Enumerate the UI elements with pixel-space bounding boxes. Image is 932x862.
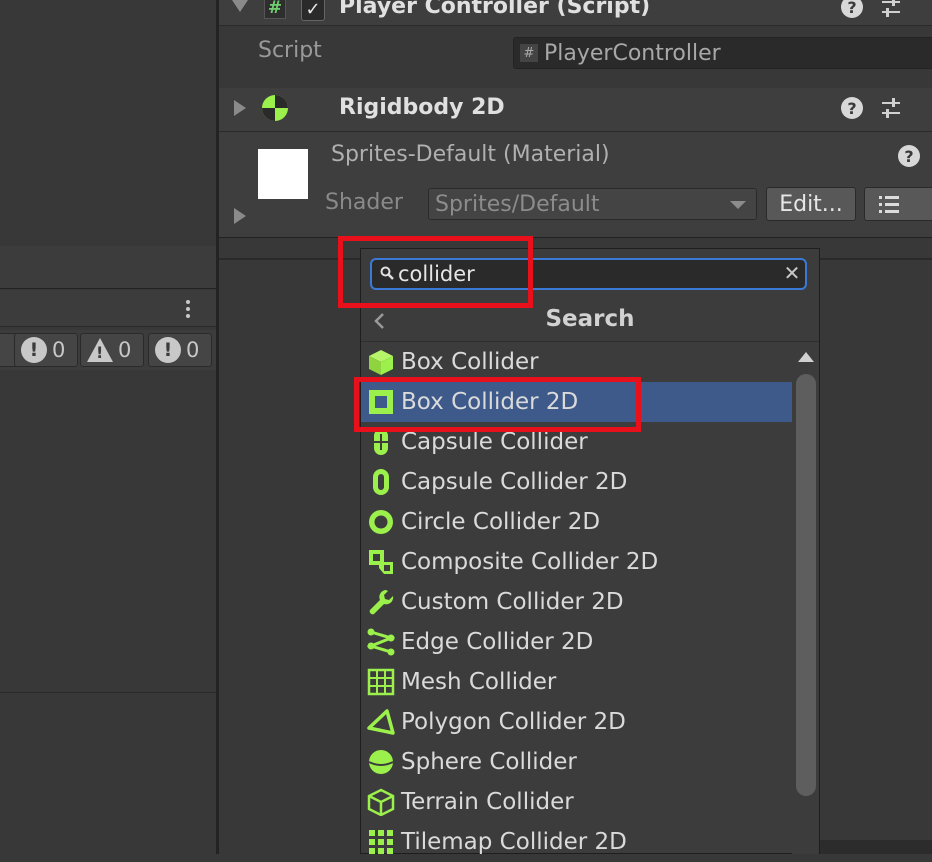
script-value: PlayerController	[544, 40, 721, 66]
shader-value: Sprites/Default	[435, 191, 600, 217]
component-title: Rigidbody 2D	[339, 95, 505, 120]
presets-icon[interactable]	[880, 0, 902, 18]
chevron-down-icon	[730, 201, 746, 209]
material-title: Sprites-Default (Material)	[331, 142, 610, 167]
hierarchy-area	[0, 0, 216, 246]
item-label: Circle Collider 2D	[401, 509, 601, 535]
script-label: Script	[258, 38, 322, 63]
list-item-custom-collider-2d[interactable]: Custom Collider 2D	[361, 582, 792, 622]
help-icon[interactable]: ?	[898, 145, 920, 167]
list-item-circle-collider-2d[interactable]: Circle Collider 2D	[361, 502, 792, 542]
info-count: 0	[52, 338, 66, 362]
list-icon	[879, 196, 899, 213]
highlight-box-collider-2d	[354, 377, 641, 432]
item-label: Box Collider	[401, 349, 539, 375]
enabled-checkbox[interactable]: ✓	[301, 0, 325, 21]
error-count: 0	[186, 338, 200, 362]
rigidbody-icon	[262, 95, 288, 121]
list-item-polygon-collider-2d[interactable]: Polygon Collider 2D	[361, 702, 792, 742]
presets-icon[interactable]	[880, 97, 902, 119]
list-item-edge-collider-2d[interactable]: Edge Collider 2D	[361, 622, 792, 662]
panel-strip	[0, 246, 216, 289]
script-file-icon: #	[520, 44, 538, 62]
status-bar	[820, 840, 932, 854]
item-label: Polygon Collider 2D	[401, 709, 626, 735]
foldout-arrow-icon[interactable]	[234, 208, 246, 224]
list-item-terrain-collider[interactable]: Terrain Collider	[361, 782, 792, 822]
item-label: Capsule Collider 2D	[401, 469, 628, 495]
item-label: Custom Collider 2D	[401, 589, 624, 615]
edge-2d-icon	[367, 628, 395, 656]
shader-label: Shader	[325, 190, 403, 215]
error-filter-button[interactable]: ! 0	[148, 333, 212, 367]
foldout-arrow-icon[interactable]	[234, 100, 246, 116]
help-icon[interactable]: ?	[841, 97, 863, 119]
item-label: Capsule Collider	[401, 429, 588, 455]
item-label: Terrain Collider	[401, 789, 574, 815]
item-label: Composite Collider 2D	[401, 549, 659, 575]
error-icon: !	[155, 337, 181, 363]
shader-menu-button[interactable]	[864, 187, 932, 221]
console-log-list	[0, 370, 216, 693]
capsule-2d-icon	[373, 469, 389, 495]
info-filter-button[interactable]: ! 0	[14, 333, 78, 367]
mesh-grid-icon	[367, 668, 395, 696]
tilemap-icon	[369, 830, 393, 854]
script-hash-icon: #	[264, 0, 286, 19]
component-title: Player Controller (Script)	[339, 0, 651, 19]
item-label: Mesh Collider	[401, 669, 557, 695]
list-item-mesh-collider[interactable]: Mesh Collider	[361, 662, 792, 702]
shader-dropdown[interactable]: Sprites/Default	[428, 188, 757, 220]
cube-icon	[369, 350, 393, 375]
item-label: Tilemap Collider 2D	[401, 829, 627, 855]
script-field[interactable]: # PlayerController	[513, 37, 932, 69]
list-item-tilemap-collider-2d[interactable]: Tilemap Collider 2D	[361, 822, 792, 862]
terrain-icon	[367, 788, 395, 816]
highlight-search-box	[338, 236, 533, 308]
rigidbody-header[interactable]	[219, 88, 932, 132]
item-label: Sphere Collider	[401, 749, 577, 775]
circle-2d-icon	[369, 510, 393, 534]
info-icon: !	[21, 337, 47, 363]
console-header	[0, 290, 216, 327]
list-item-capsule-collider-2d[interactable]: Capsule Collider 2D	[361, 462, 792, 502]
warning-icon: !	[87, 338, 113, 362]
popup-nav-title: Search	[545, 306, 635, 332]
foldout-arrow-icon[interactable]	[232, 0, 248, 12]
more-options-icon[interactable]	[186, 300, 190, 321]
composite-2d-icon	[369, 550, 393, 574]
console-detail-area	[0, 694, 216, 854]
wrench-icon	[369, 590, 394, 615]
scrollbar-thumb[interactable]	[796, 374, 816, 796]
list-item-sphere-collider[interactable]: Sphere Collider	[361, 742, 792, 782]
scroll-up-icon[interactable]	[798, 352, 814, 362]
edit-shader-button[interactable]: Edit...	[766, 187, 856, 221]
item-label: Edge Collider 2D	[401, 629, 594, 655]
polygon-2d-icon	[367, 709, 395, 735]
warning-count: 0	[118, 338, 132, 362]
list-item-box-collider[interactable]: Box Collider	[361, 342, 792, 382]
material-preview	[258, 149, 308, 199]
sphere-icon	[368, 750, 394, 774]
list-item-composite-collider-2d[interactable]: Composite Collider 2D	[361, 542, 792, 582]
capsule-icon	[374, 429, 388, 455]
warning-filter-button[interactable]: ! 0	[80, 333, 144, 367]
clear-search-icon[interactable]: ✕	[782, 263, 802, 283]
